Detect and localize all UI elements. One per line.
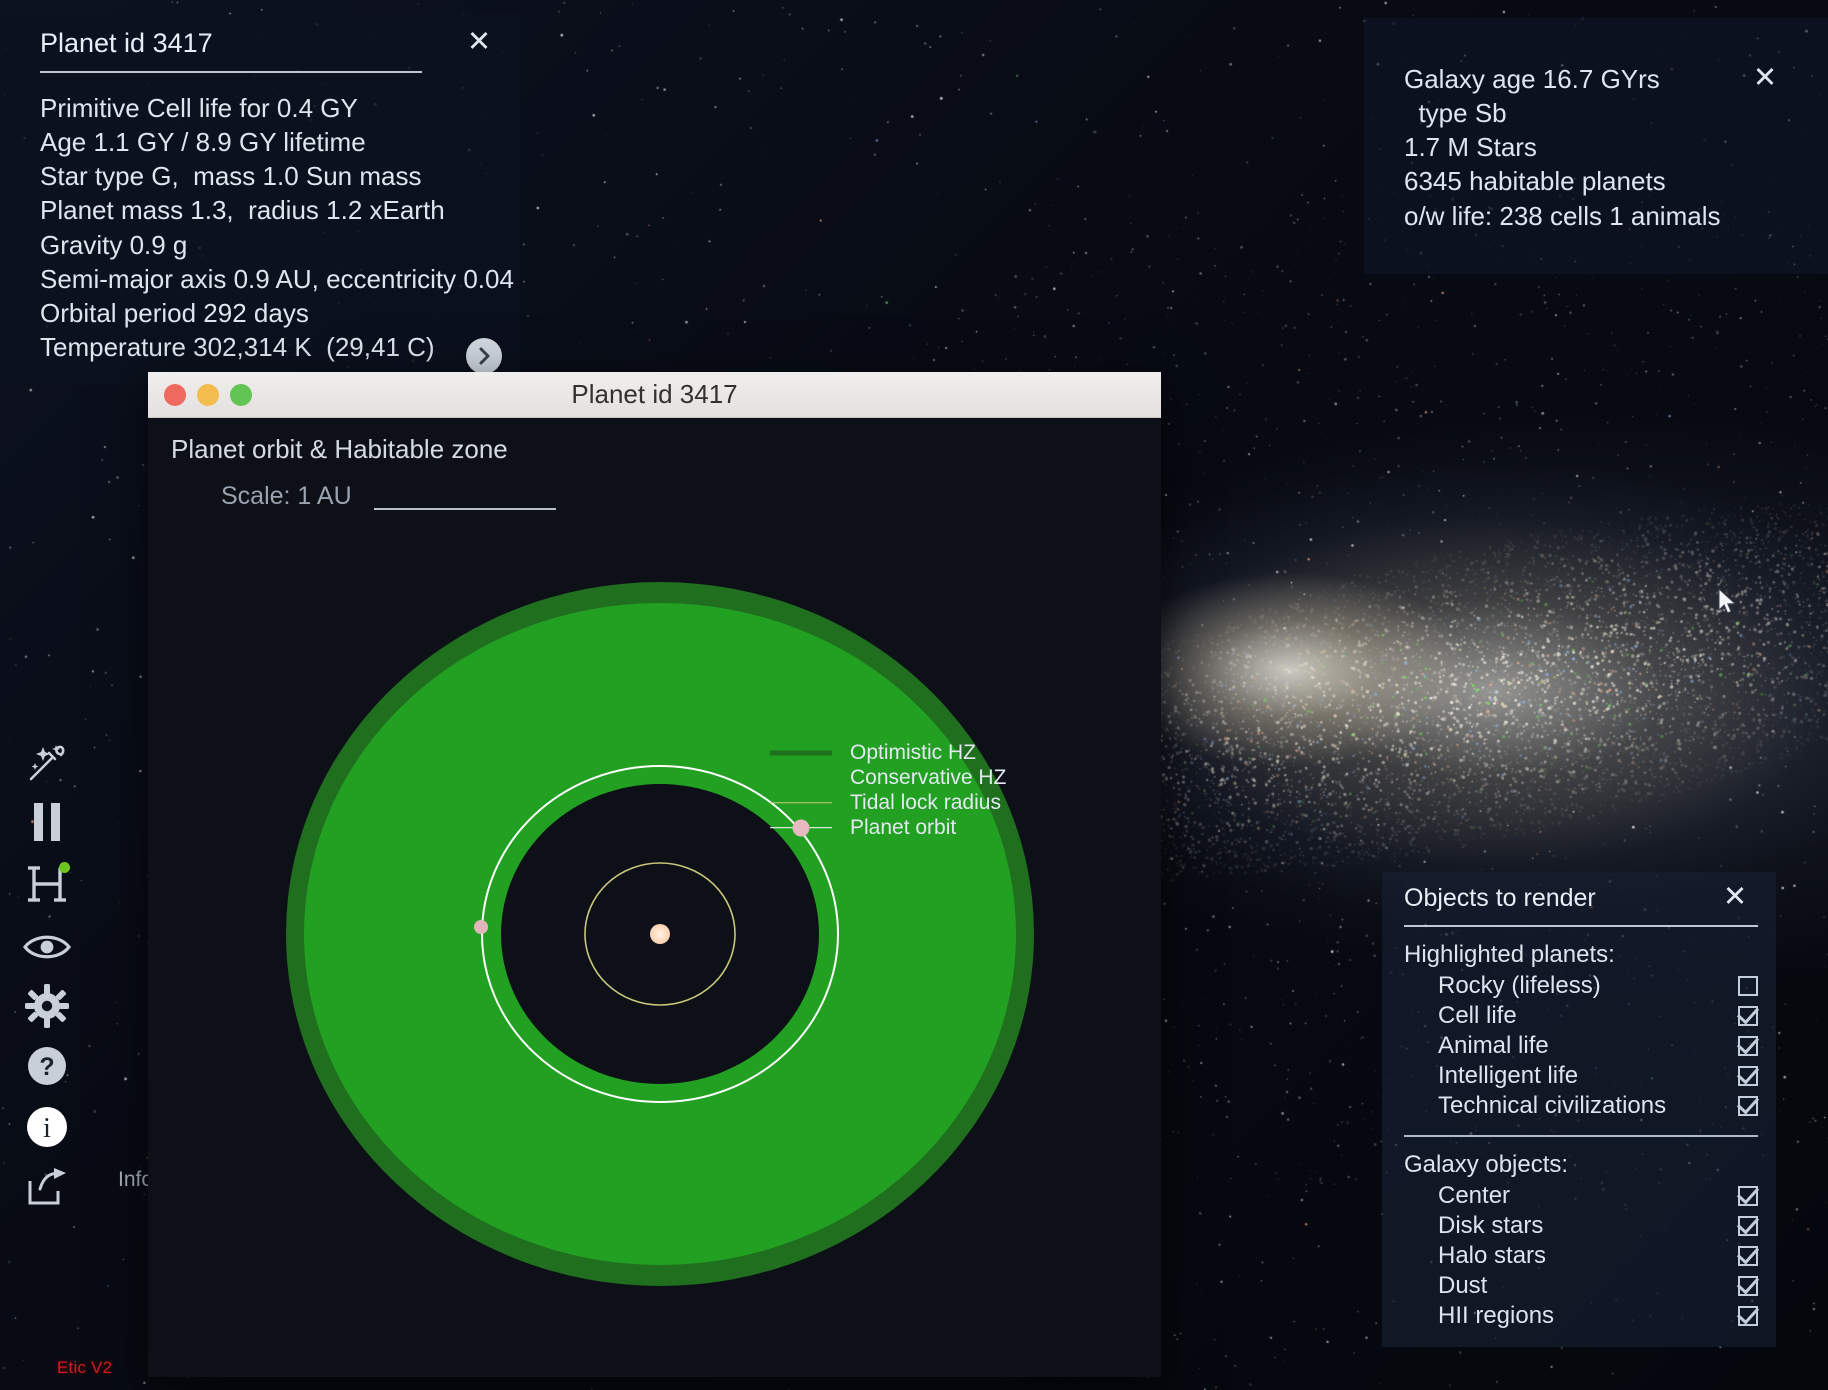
magic-wand-icon[interactable] — [18, 732, 76, 790]
legend-label: Optimistic HZ — [850, 740, 976, 764]
minimize-window-button[interactable] — [197, 383, 219, 406]
close-icon[interactable]: ✕ — [1720, 882, 1750, 912]
checkbox[interactable] — [1738, 1276, 1758, 1296]
planet-info-line: Orbital period 292 days — [40, 297, 309, 328]
planet-info-line: Semi-major axis 0.9 AU, eccentricity 0.0… — [40, 263, 514, 294]
toggle-center[interactable]: Center — [1382, 1181, 1776, 1211]
window-traffic-lights — [164, 383, 252, 406]
option-label: Center — [1438, 1182, 1511, 1209]
orbit-diagram — [148, 418, 1161, 1377]
share-icon[interactable] — [18, 1158, 76, 1216]
window-titlebar[interactable]: Planet id 3417 — [148, 372, 1161, 418]
galaxy-info-panel: ✕ Galaxy age 16.7 GYrs type Sb 1.7 M Sta… — [1364, 18, 1828, 274]
app-root: ? i Etic V2 Info Planet id 3417 ✕ Primit… — [0, 0, 1828, 1390]
pause-icon[interactable] — [18, 793, 76, 851]
legend-item-planet-orbit: Planet orbit — [770, 815, 1110, 840]
tool-rail: ? i — [0, 0, 96, 1390]
legend-swatch — [770, 815, 832, 840]
galaxy-info-body: Galaxy age 16.7 GYrs type Sb 1.7 M Stars… — [1364, 18, 1828, 249]
close-window-button[interactable] — [164, 383, 186, 406]
info-icon[interactable]: i — [18, 1098, 76, 1156]
host-star-marker — [650, 924, 670, 944]
toggle-dust[interactable]: Dust — [1382, 1271, 1776, 1301]
legend-item-tidal-lock-radius: Tidal lock radius — [770, 790, 1110, 815]
orbit-plot-canvas: Planet orbit & Habitable zone Scale: 1 A… — [148, 418, 1161, 1377]
galaxy-info-line: 6345 habitable planets — [1404, 166, 1666, 197]
legend-swatch — [770, 765, 832, 790]
toggle-intelligent-life[interactable]: Intelligent life — [1382, 1061, 1776, 1091]
checkbox[interactable] — [1738, 1096, 1758, 1116]
svg-text:i: i — [43, 1113, 51, 1144]
close-icon[interactable]: ✕ — [1750, 62, 1780, 92]
legend-swatch — [770, 790, 832, 815]
planet-orbit-window: Planet id 3417 Planet orbit & Habitable … — [148, 372, 1161, 1377]
chevron-right-icon[interactable] — [466, 338, 502, 374]
measure-icon[interactable] — [18, 855, 76, 913]
measure-badge — [59, 862, 70, 873]
checkbox[interactable] — [1738, 1036, 1758, 1056]
planet-info-line: Temperature 302,314 K (29,41 C) — [40, 332, 435, 363]
legend-item-conservative-hz: Conservative HZ — [770, 765, 1110, 790]
legend-label: Conservative HZ — [850, 765, 1007, 789]
toggle-animal-life[interactable]: Animal life — [1382, 1031, 1776, 1061]
galaxy-info-line: type Sb — [1404, 98, 1507, 129]
group-title: Highlighted planets: — [1404, 941, 1615, 968]
option-label: Cell life — [1438, 1002, 1517, 1029]
legend-label: Tidal lock radius — [850, 790, 1001, 814]
legend-planet-dot — [792, 819, 810, 836]
gear-icon[interactable] — [18, 977, 76, 1035]
objects-panel-title: Objects to render — [1404, 884, 1596, 912]
planet-marker[interactable] — [474, 920, 488, 934]
option-label: Rocky (lifeless) — [1438, 972, 1601, 999]
close-icon[interactable]: ✕ — [464, 27, 494, 57]
planet-info-line: Age 1.1 GY / 8.9 GY lifetime — [40, 127, 366, 158]
window-title: Planet id 3417 — [571, 379, 738, 409]
zoom-window-button[interactable] — [230, 383, 252, 406]
planet-info-line: Planet mass 1.3, radius 1.2 xEarth — [40, 195, 445, 226]
toggle-rocky-lifeless[interactable]: Rocky (lifeless) — [1382, 971, 1776, 1001]
objects-panel-header: Objects to render ✕ — [1382, 872, 1776, 921]
checkbox[interactable] — [1738, 1006, 1758, 1026]
help-icon[interactable]: ? — [18, 1037, 76, 1095]
planet-info-line: Primitive Cell life for 0.4 GY — [40, 93, 358, 123]
toggle-technical-civilizations[interactable]: Technical civilizations — [1382, 1091, 1776, 1121]
galaxy-info-line: o/w life: 238 cells 1 animals — [1404, 200, 1721, 231]
toggle-disk-stars[interactable]: Disk stars — [1382, 1211, 1776, 1241]
galaxy-info-line: 1.7 M Stars — [1404, 132, 1537, 163]
galaxy-objects-group: Galaxy objects: Center Disk stars Halo s… — [1382, 1137, 1776, 1331]
galaxy-info-line: Galaxy age 16.7 GYrs — [1404, 64, 1660, 94]
toggle-cell-life[interactable]: Cell life — [1382, 1001, 1776, 1031]
group-title: Galaxy objects: — [1404, 1151, 1569, 1178]
planet-info-line: Star type G, mass 1.0 Sun mass — [40, 161, 422, 192]
legend-item-optimistic-hz: Optimistic HZ — [770, 740, 1110, 765]
checkbox[interactable] — [1738, 1066, 1758, 1086]
checkbox[interactable] — [1738, 976, 1758, 996]
svg-text:?: ? — [39, 1053, 54, 1081]
option-label: Halo stars — [1438, 1242, 1547, 1269]
checkbox[interactable] — [1738, 1306, 1758, 1326]
highlighted-planets-group: Highlighted planets: Rocky (lifeless) Ce… — [1382, 927, 1776, 1121]
objects-to-render-panel: Objects to render ✕ Highlighted planets:… — [1382, 872, 1776, 1347]
toggle-hii-regions[interactable]: HII regions — [1382, 1301, 1776, 1331]
checkbox[interactable] — [1738, 1246, 1758, 1266]
option-label: HII regions — [1438, 1302, 1555, 1329]
option-label: Animal life — [1438, 1032, 1549, 1059]
toggle-halo-stars[interactable]: Halo stars — [1382, 1241, 1776, 1271]
planet-info-line: Gravity 0.9 g — [40, 229, 188, 260]
checkbox[interactable] — [1738, 1216, 1758, 1236]
option-label: Disk stars — [1438, 1212, 1544, 1239]
chart-legend: Optimistic HZ Conservative HZ Tidal lock… — [770, 740, 1110, 840]
conservative-hz-ring — [148, 418, 1161, 1377]
legend-label: Planet orbit — [850, 815, 957, 839]
eye-icon[interactable] — [18, 918, 76, 976]
checkbox[interactable] — [1738, 1186, 1758, 1206]
option-label: Dust — [1438, 1272, 1488, 1299]
legend-swatch — [770, 740, 832, 765]
option-label: Technical civilizations — [1438, 1092, 1667, 1119]
option-label: Intelligent life — [1438, 1062, 1579, 1089]
